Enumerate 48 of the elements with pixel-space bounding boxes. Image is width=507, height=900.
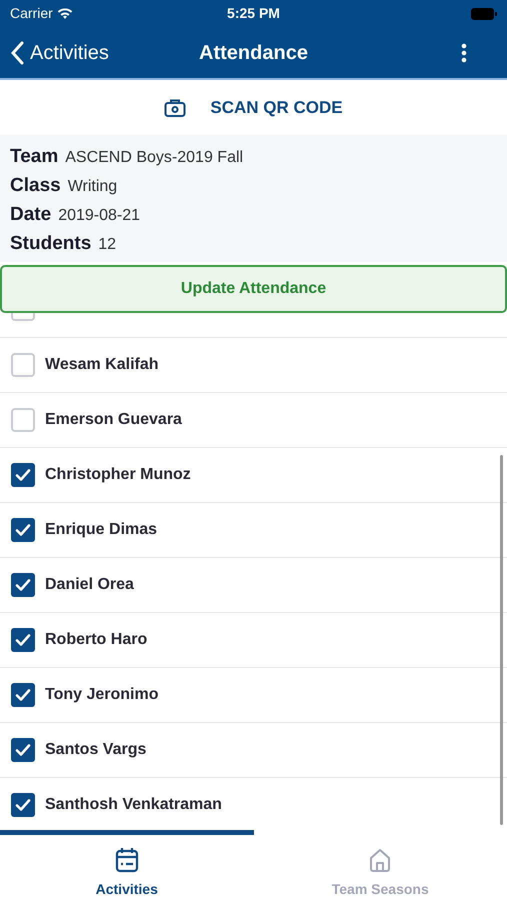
checkmark-icon: [15, 633, 31, 647]
info-value: ASCEND Boys-2019 Fall: [65, 148, 244, 168]
checkbox[interactable]: [11, 738, 35, 762]
more-icon[interactable]: [461, 42, 467, 62]
update-attendance-button[interactable]: Update Attendance: [0, 265, 507, 313]
carrier-label: Carrier: [10, 4, 53, 23]
info-value: 12: [98, 235, 116, 255]
screen-title: Attendance: [199, 40, 308, 66]
student-name: Roberto Haro: [45, 630, 148, 650]
calendar-icon: [114, 847, 139, 873]
student-name: Daniel Orea: [45, 575, 134, 595]
scan-qr-button[interactable]: SCAN QR CODE: [164, 94, 343, 120]
student-name: Santhosh Venkatraman: [45, 795, 222, 815]
tab[interactable]: Activities: [0, 830, 254, 900]
info-label: Students: [10, 232, 92, 256]
student-name: Tony Jeronimo: [45, 685, 158, 705]
info-label: Team: [10, 145, 58, 169]
camera-icon: [164, 98, 186, 118]
checkbox[interactable]: [11, 683, 35, 707]
info-label: Class: [10, 174, 61, 198]
checkmark-icon: [15, 688, 31, 702]
checkbox[interactable]: [11, 793, 35, 817]
checkmark-icon: [15, 743, 31, 757]
clock-time: 5:25 PM: [227, 4, 280, 23]
checkbox[interactable]: [11, 463, 35, 487]
checkbox[interactable]: [11, 518, 35, 542]
back-button[interactable]: Activities: [10, 38, 109, 68]
checkmark-icon: [15, 523, 31, 537]
student-name: Wesam Kalifah: [45, 355, 159, 375]
checkmark-icon: [15, 468, 31, 482]
student-name: Christopher Munoz: [45, 465, 191, 485]
battery-icon: [471, 8, 497, 20]
info-value: 2019-08-21: [58, 206, 140, 226]
home-icon: [368, 847, 392, 873]
info-label: Date: [10, 203, 52, 227]
info-value: Writing: [68, 177, 118, 197]
checkbox[interactable]: [11, 408, 35, 432]
chevron-left-icon: [10, 40, 24, 64]
checkbox[interactable]: [11, 573, 35, 597]
checkbox[interactable]: [11, 628, 35, 652]
checkbox[interactable]: [11, 353, 35, 377]
wifi-icon: [56, 8, 73, 20]
student-name: Santos Vargs: [45, 740, 146, 760]
student-name: Emerson Guevara: [45, 410, 182, 430]
checkmark-icon: [15, 798, 31, 812]
checkbox[interactable]: [11, 313, 35, 321]
checkmark-icon: [15, 578, 31, 592]
student-name: Enrique Dimas: [45, 520, 158, 540]
